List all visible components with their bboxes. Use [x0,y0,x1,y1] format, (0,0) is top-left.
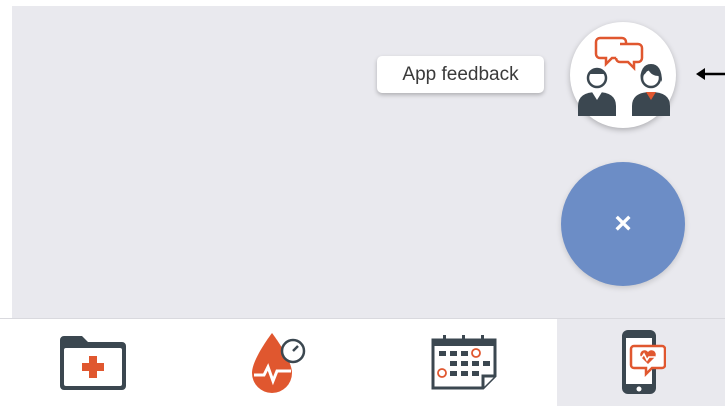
blood-pressure-icon [251,332,305,393]
top-strip [0,0,725,6]
app-feedback-tooltip[interactable]: App feedback [377,56,544,93]
app-feedback-label: App feedback [402,63,519,85]
app-feedback-button[interactable] [570,22,676,128]
doctors-chat-icon [578,36,670,116]
calendar-icon [431,334,496,389]
close-icon: × [614,207,632,240]
medical-folder-icon [59,335,126,390]
bottom-tab-bar [0,318,725,406]
tab-blood-pressure[interactable] [185,319,370,406]
tab-medical-records[interactable] [0,319,185,406]
close-menu-button[interactable]: × [561,162,685,286]
pointer-arrow-icon [696,68,725,80]
phone-heart-chat-icon [622,329,666,394]
tab-communication[interactable] [557,319,725,406]
tab-calendar[interactable] [370,319,557,406]
